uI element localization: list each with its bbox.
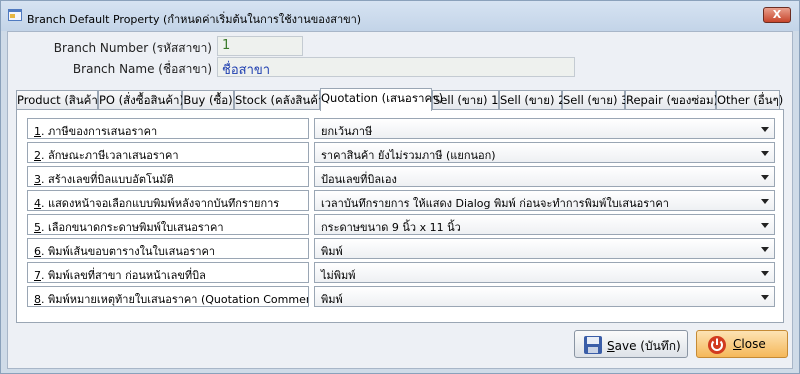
tab-buy[interactable]: Buy (ซื้อ) [182, 90, 234, 110]
setting-label-text: . สร้างเลขที่บิลแบบอัตโนมัติ [41, 173, 174, 186]
setting-label-text: . พิมพ์เลขที่สาขา ก่อนหน้าเลขที่บิล [41, 269, 206, 282]
window-close-button[interactable]: X [763, 7, 791, 23]
setting-select-tax-type[interactable]: ราคาสินค้า ยังไม่รวมภาษี (แยกนอก) [314, 142, 775, 163]
branch-name-label: Branch Name (ชื่อสาขา) [72, 62, 212, 76]
setting-label-quotation-comment: 8. พิมพ์หมายเหตุท้ายใบเสนอราคา (Quotatio… [27, 286, 309, 307]
setting-label-paper-size: 5. เลือกขนาดกระดาษพิมพ์ใบเสนอราคา [27, 214, 309, 235]
tab-po[interactable]: PO (สั่งซื้อสินค้า) [98, 90, 184, 110]
setting-number: 7 [34, 269, 41, 282]
dropdown-arrow-icon[interactable] [761, 127, 769, 132]
setting-label-tax: 1. ภาษีของการเสนอราคา [27, 118, 309, 139]
close-button-label: Close [733, 337, 766, 351]
tab-repair[interactable]: Repair (ของซ่อม) [625, 90, 718, 110]
dropdown-arrow-icon[interactable] [761, 295, 769, 300]
setting-label-text: . พิมพ์หมายเหตุท้ายใบเสนอราคา (Quotation… [41, 293, 309, 306]
dropdown-arrow-icon[interactable] [761, 223, 769, 228]
setting-select-branch-prefix[interactable]: ไม่พิมพ์ [314, 262, 775, 283]
setting-label-text: . แสดงหน้าจอเลือกแบบพิมพ์หลังจากบันทึกรา… [41, 197, 280, 210]
save-button[interactable]: Save (บันทึก) [574, 330, 688, 358]
power-icon [708, 336, 726, 354]
branch-number-field[interactable]: 1 [217, 36, 303, 56]
branch-name-field[interactable]: ชื่อสาขา [217, 57, 575, 77]
dropdown-arrow-icon[interactable] [761, 151, 769, 156]
setting-label-branch-prefix: 7. พิมพ์เลขที่สาขา ก่อนหน้าเลขที่บิล [27, 262, 309, 283]
setting-number: 4 [34, 197, 41, 210]
floppy-disk-icon [584, 336, 602, 354]
setting-select-tax[interactable]: ยกเว้นภาษี [314, 118, 775, 139]
setting-label-text: . ภาษีของการเสนอราคา [41, 125, 158, 138]
selected-value: พิมพ์ [321, 245, 343, 258]
setting-number: 6 [34, 245, 41, 258]
setting-label-auto-bill-number: 3. สร้างเลขที่บิลแบบอัตโนมัติ [27, 166, 309, 187]
setting-number: 8 [34, 293, 41, 306]
setting-number: 3 [34, 173, 41, 186]
setting-label-tax-type: 2. ลักษณะภาษีเวลาเสนอราคา [27, 142, 309, 163]
setting-select-auto-bill-number[interactable]: ป้อนเลขที่บิลเอง [314, 166, 775, 187]
setting-label-table-border: 6. พิมพ์เส้นขอบตารางในใบเสนอราคา [27, 238, 309, 259]
selected-value: ราคาสินค้า ยังไม่รวมภาษี (แยกนอก) [321, 149, 496, 162]
selected-value: ไม่พิมพ์ [321, 269, 356, 282]
setting-select-quotation-comment[interactable]: พิมพ์ [314, 286, 775, 307]
setting-label-print-dialog: 4. แสดงหน้าจอเลือกแบบพิมพ์หลังจากบันทึกร… [27, 190, 309, 211]
dropdown-arrow-icon[interactable] [761, 175, 769, 180]
dialog-body: Branch Number (รหัสสาขา) 1 Branch Name (… [7, 31, 793, 369]
app-window-icon [8, 9, 22, 21]
selected-value: ยกเว้นภาษี [321, 125, 373, 138]
setting-select-table-border[interactable]: พิมพ์ [314, 238, 775, 259]
branch-number-label: Branch Number (รหัสสาขา) [53, 41, 212, 55]
quotation-settings-panel: 1. ภาษีของการเสนอราคา ยกเว้นภาษี 2. ลักษ… [16, 109, 784, 323]
tab-quotation[interactable]: Quotation (เสนอราคา) [320, 88, 443, 111]
setting-number: 1 [34, 125, 41, 138]
selected-value: กระดาษขนาด 9 นิ้ว x 11 นิ้ว [321, 221, 461, 234]
tab-other[interactable]: Other (อื่นๆ) [716, 90, 783, 110]
setting-label-text: . เลือกขนาดกระดาษพิมพ์ใบเสนอราคา [41, 221, 224, 234]
dropdown-arrow-icon[interactable] [761, 199, 769, 204]
setting-label-text: . ลักษณะภาษีเวลาเสนอราคา [41, 149, 179, 162]
selected-value: พิมพ์ [321, 293, 343, 306]
branch-default-property-window: Branch Default Property (กำหนดค่าเริ่มต้… [0, 0, 800, 374]
window-title: Branch Default Property (กำหนดค่าเริ่มต้… [27, 13, 362, 26]
setting-number: 5 [34, 221, 41, 234]
close-button[interactable]: Close [696, 330, 788, 358]
save-button-label: Save (บันทึก) [607, 339, 681, 353]
setting-number: 2 [34, 149, 41, 162]
dropdown-arrow-icon[interactable] [761, 247, 769, 252]
dropdown-arrow-icon[interactable] [761, 271, 769, 276]
tab-stock[interactable]: Stock (คลังสินค้า) [234, 90, 329, 110]
setting-label-text: . พิมพ์เส้นขอบตารางในใบเสนอราคา [41, 245, 216, 258]
tab-sell-2[interactable]: Sell (ขาย) 2 [499, 90, 565, 110]
title-bar: Branch Default Property (กำหนดค่าเริ่มต้… [1, 1, 799, 31]
setting-select-print-dialog[interactable]: เวลาบันทึกรายการ ให้แสดง Dialog พิมพ์ ก่… [314, 190, 775, 211]
selected-value: เวลาบันทึกรายการ ให้แสดง Dialog พิมพ์ ก่… [321, 197, 669, 210]
setting-select-paper-size[interactable]: กระดาษขนาด 9 นิ้ว x 11 นิ้ว [314, 214, 775, 235]
tab-product[interactable]: Product (สินค้า) [16, 90, 102, 110]
tab-sell-3[interactable]: Sell (ขาย) 3 [562, 90, 628, 110]
selected-value: ป้อนเลขที่บิลเอง [321, 173, 397, 186]
